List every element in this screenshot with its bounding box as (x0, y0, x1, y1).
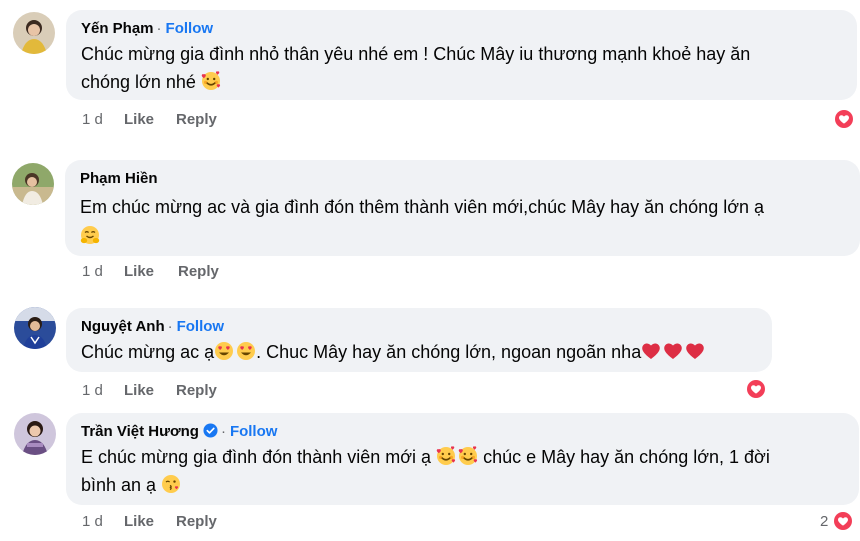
red-heart-icon (642, 343, 660, 359)
author-name[interactable]: Phạm Hiền (80, 170, 158, 187)
heart-reaction-icon[interactable] (745, 378, 767, 400)
smiling-face-with-hearts-icon (458, 446, 478, 466)
comment-bubble: Nguyệt Anh · Follow Chúc mừng ac ạ . Chuc M… (66, 308, 772, 372)
comment-line: Chúc mừng ac ạ (81, 342, 215, 362)
avatar[interactable] (14, 307, 56, 349)
comment-bubble: Yến Phạm · Follow Chúc mừng gia đình nhỏ t… (66, 10, 857, 100)
red-heart-icon (686, 343, 704, 359)
avatar[interactable] (14, 413, 56, 455)
timestamp[interactable]: 1 d (82, 513, 124, 530)
hugging-face-icon (80, 225, 100, 245)
smiling-face-with-hearts-icon (200, 71, 221, 91)
follow-button[interactable]: Follow (230, 423, 278, 440)
separator-dot: · (220, 423, 226, 440)
heart-eyes-icon (215, 342, 234, 360)
author-name[interactable]: Nguyệt Anh (81, 318, 165, 335)
comment-actions: 1 d Like Reply (82, 263, 219, 280)
smiling-face-with-hearts-icon (436, 446, 456, 466)
comment-line: bình an ạ (81, 475, 157, 495)
comment-text: Chúc mừng gia đình nhỏ thân yêu nhé em !… (81, 40, 841, 96)
timestamp[interactable]: 1 d (82, 263, 124, 280)
like-button[interactable]: Like (124, 382, 176, 399)
like-button[interactable]: Like (124, 513, 176, 530)
comment-bubble: Trần Việt Hương · Follow E chúc mừng gia đ… (66, 413, 859, 505)
timestamp[interactable]: 1 d (82, 382, 124, 399)
comment-text: Em chúc mừng ac và gia đình đón thêm thà… (80, 193, 844, 250)
verified-badge-icon (203, 423, 218, 438)
avatar[interactable] (13, 12, 55, 54)
timestamp[interactable]: 1 d (82, 111, 124, 128)
avatar[interactable] (12, 163, 54, 205)
comment-line: chóng lớn nhé (81, 72, 196, 92)
comment-actions: 1 d Like Reply (82, 111, 217, 128)
like-button[interactable]: Like (124, 263, 178, 280)
heart-reaction-icon[interactable] (832, 510, 854, 532)
reply-button[interactable]: Reply (176, 111, 217, 128)
author-name[interactable]: Trần Việt Hương (81, 423, 199, 440)
follow-button[interactable]: Follow (177, 318, 225, 335)
comment-bubble: Phạm Hiền Em chúc mừng ac và gia đình đó… (65, 160, 860, 256)
heart-eyes-icon (237, 342, 256, 360)
reply-button[interactable]: Reply (178, 263, 219, 280)
heart-reaction-icon[interactable] (833, 108, 855, 130)
like-button[interactable]: Like (124, 111, 176, 128)
comment-line: . Chuc Mây hay ăn chóng lớn, ngoan ngoãn… (256, 342, 642, 362)
separator-dot: · (167, 318, 173, 335)
comment-actions: 1 d Like Reply (82, 513, 217, 530)
follow-button[interactable]: Follow (166, 20, 214, 37)
reaction-count[interactable]: 2 (820, 513, 828, 530)
reply-button[interactable]: Reply (176, 513, 217, 530)
comment-line: E chúc mừng gia đình đón thành viên mới … (81, 447, 432, 467)
author-name[interactable]: Yến Phạm (81, 20, 154, 37)
comment-line: Em chúc mừng ac và gia đình đón thêm thà… (80, 197, 765, 217)
comment-line: Chúc mừng gia đình nhỏ thân yêu nhé em !… (81, 44, 751, 64)
comment-text: Chúc mừng ac ạ . Chuc Mây hay ăn chóng lớ… (81, 338, 756, 366)
red-heart-icon (664, 343, 682, 359)
separator-dot: · (156, 20, 162, 37)
comment-line: chúc e Mây hay ăn chóng lớn, 1 đời (483, 447, 770, 467)
comment-text: E chúc mừng gia đình đón thành viên mới … (81, 443, 843, 499)
comment-actions: 1 d Like Reply (82, 382, 217, 399)
reply-button[interactable]: Reply (176, 382, 217, 399)
face-blowing-kiss-icon (161, 474, 181, 494)
